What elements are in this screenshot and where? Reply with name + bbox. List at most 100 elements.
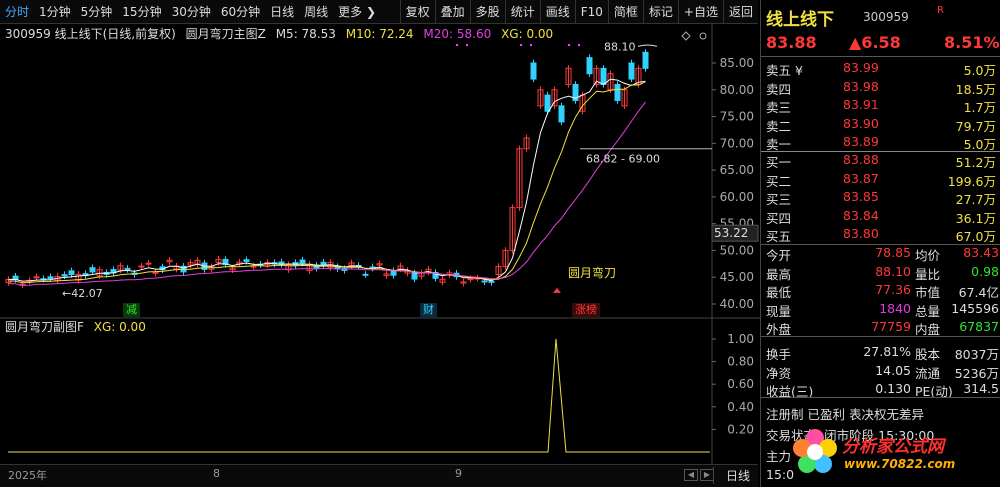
tab-60min[interactable]: 60分钟 (216, 0, 265, 24)
buys-price: 83.85 (843, 189, 879, 205)
stat-label: 今开 (766, 248, 792, 263)
buys-price: 83.88 (843, 152, 879, 167)
quote-panel: 线上线下 300959 R 83.88 ▲6.58 8.51% 卖五 ¥ 83.9… (760, 0, 1000, 487)
buys-row[interactable]: 买一 83.88 51.2万 (761, 152, 1000, 171)
stats-row: 现量 1840 总量 145596 (761, 301, 1000, 320)
date-label: 9 (455, 467, 462, 480)
main-indicator-name[interactable]: 圆月弯刀主图Z (186, 27, 266, 41)
sells-row[interactable]: 卖四 83.98 18.5万 (761, 79, 1000, 98)
stat-value: 67.4亿 (958, 285, 999, 301)
buys-row[interactable]: 买三 83.85 27.7万 (761, 189, 1000, 208)
marker-dot (466, 44, 468, 46)
logo-name: 分析家公式网 (842, 437, 944, 457)
stock-code: 300959 (863, 10, 909, 24)
adjust-button[interactable]: 复权 (399, 0, 435, 24)
signal-label: 圆月弯刀 (568, 265, 616, 280)
buys-row[interactable]: 买四 83.84 36.1万 (761, 208, 1000, 227)
price-axis-tick: 45.00 (720, 270, 754, 284)
stat-label: 市值 (915, 285, 941, 301)
stock-app: 分时 1分钟 5分钟 15分钟 30分钟 60分钟 日线 周线 更多 ❯ 复权 … (0, 0, 1000, 487)
buys-volume: 199.6万 (947, 173, 996, 189)
date-label: 8 (213, 467, 220, 480)
tab-intraday[interactable]: 分时 (0, 0, 34, 24)
tab-daily[interactable]: 日线 (265, 0, 299, 24)
candle-down (628, 62, 635, 80)
price-axis-tick: 65.00 (720, 163, 754, 177)
sells-price: 83.90 (843, 115, 879, 131)
mark-button[interactable]: 标记 (642, 0, 678, 24)
current-value-label: 53.22 (714, 226, 748, 240)
stat-label: 换手 (766, 347, 792, 362)
stat-value: 78.85 (875, 245, 911, 260)
candle-down (586, 57, 593, 75)
candle-down (89, 267, 96, 273)
stat-label: 最低 (766, 285, 792, 301)
candle-down (411, 272, 418, 280)
multi-stock-button[interactable]: 多股 (469, 0, 505, 24)
range-label: 68.82 - 69.00 (586, 153, 660, 166)
period-mode-label[interactable]: 日线 (712, 467, 750, 484)
date-label: 2025年 (8, 469, 47, 482)
candle-down (243, 259, 250, 262)
candle-down (614, 83, 621, 101)
scroll-right-icon[interactable]: ▶ (700, 469, 714, 481)
price-change: ▲6.58 (849, 33, 901, 52)
buys-label: 买三 (766, 192, 792, 208)
simple-frame-button[interactable]: 简框 (607, 0, 643, 24)
buys-row[interactable]: 买二 83.87 199.6万 (761, 171, 1000, 190)
sells-row[interactable]: 卖二 83.90 79.7万 (761, 116, 1000, 135)
kline-chart[interactable]: 85.0080.0075.0070.0065.0060.0055.0050.00… (0, 24, 760, 464)
back-button[interactable]: 返回 (722, 0, 758, 24)
high-label: 88.10 (604, 40, 636, 53)
price-axis-tick: 85.00 (720, 56, 754, 70)
settings-dot-icon[interactable] (699, 32, 707, 40)
sells-row[interactable]: 卖三 83.91 1.7万 (761, 97, 1000, 116)
draw-button[interactable]: 画线 (539, 0, 575, 24)
buys-label: 买四 (766, 210, 792, 226)
buys-volume: 67.0万 (955, 229, 996, 245)
sells-row[interactable]: 卖五 ¥ 83.99 5.0万 (761, 60, 1000, 79)
stat-value: 8037万 (954, 347, 999, 362)
tag-reduce[interactable]: 减 (123, 303, 140, 317)
candle-down (488, 280, 495, 283)
sub-axis-tick: 0.40 (727, 400, 754, 414)
toolbar: 分时 1分钟 5分钟 15分钟 30分钟 60分钟 日线 周线 更多 ❯ 复权 … (0, 0, 758, 24)
stat-value: 145596 (951, 300, 999, 316)
sells-volume: 18.5万 (955, 81, 996, 97)
xg-signal-line (8, 338, 710, 453)
price-axis-tick: 70.00 (720, 136, 754, 150)
tab-5min[interactable]: 5分钟 (76, 0, 118, 24)
sub-axis-tick: 0.80 (727, 355, 754, 369)
buys-label: 买二 (766, 173, 792, 189)
sells-label: 卖三 (766, 100, 792, 116)
diamond-icon[interactable] (681, 31, 691, 41)
tab-30min[interactable]: 30分钟 (167, 0, 216, 24)
tab-15min[interactable]: 15分钟 (117, 0, 166, 24)
price-axis-tick: 40.00 (720, 297, 754, 311)
price-change-pct: 8.51% (944, 33, 1000, 52)
tab-1min[interactable]: 1分钟 (34, 0, 76, 24)
overlay-button[interactable]: 叠加 (434, 0, 470, 24)
stats-button[interactable]: 统计 (504, 0, 540, 24)
candle-down (362, 273, 369, 276)
add-watchlist-button[interactable]: +自选 (677, 0, 723, 24)
candle-down (68, 270, 75, 276)
sub-indicator-name[interactable]: 圆月弯刀副图F (5, 320, 84, 334)
tab-weekly[interactable]: 周线 (299, 0, 333, 24)
price-axis-tick: 75.00 (720, 110, 754, 124)
candle-down (481, 280, 488, 283)
tab-more[interactable]: 更多 ❯ (333, 0, 381, 24)
marker-dot (568, 44, 570, 46)
stat-label: 量比 (915, 266, 941, 282)
f10-button[interactable]: F10 (574, 0, 608, 24)
stat-label: 现量 (766, 303, 792, 319)
stat-value: 0.98 (971, 263, 999, 279)
candle-down (124, 267, 131, 270)
tag-finance[interactable]: 财 (420, 303, 437, 317)
buys-label: 买五 (766, 229, 792, 245)
buys-row[interactable]: 买五 83.80 67.0万 (761, 226, 1000, 245)
scroll-left-icon[interactable]: ◀ (684, 469, 698, 481)
marker-dot (530, 44, 532, 46)
tag-zhangbang[interactable]: 涨榜 (572, 303, 600, 317)
logo-url: www.70822.com (844, 457, 956, 471)
